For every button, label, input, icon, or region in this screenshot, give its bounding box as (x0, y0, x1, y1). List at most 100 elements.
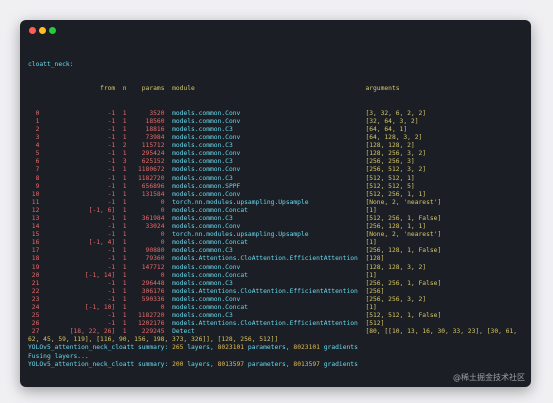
row-from: -1 (39, 198, 116, 206)
row-arguments: [256, 128, 1, 1] (365, 223, 427, 231)
row-index: 26 (28, 320, 40, 328)
row-module: models.common.Concat (164, 239, 366, 247)
row-module: models.common.Conv (164, 134, 366, 142)
row-module: models.common.Concat (164, 271, 366, 279)
col-from-header: from (100, 85, 116, 93)
row-arguments: [128, 128, 2] (365, 142, 415, 150)
row-arguments: [512, 256, 1, 1] (365, 190, 427, 198)
row-params: 73984 (126, 134, 165, 142)
summary-label: YOLOv5_attention_neck_cloatt summary: (28, 360, 173, 368)
row-arguments: [512, 512, 5] (365, 182, 415, 190)
row-from: -1 (39, 312, 116, 320)
wrapped-arguments-line: 62, 45, 59, 119], [116, 90, 156, 198, 37… (28, 336, 279, 344)
row-index: 17 (28, 247, 40, 255)
summary-layers-label: layers, (183, 344, 218, 352)
row-arguments: [128] (365, 255, 385, 263)
row-from: -1 (39, 247, 116, 255)
col-arguments-header: arguments (365, 85, 400, 93)
row-from: [-1, 14] (39, 271, 116, 279)
close-window-button[interactable] (29, 27, 36, 34)
row-arguments: [None, 2, 'nearest'] (365, 231, 442, 239)
row-module: models.common.C3 (164, 279, 366, 287)
row-n: 1 (115, 263, 127, 271)
row-from: -1 (39, 279, 116, 287)
row-index: 21 (28, 279, 40, 287)
row-params: 115712 (126, 142, 165, 150)
row-n: 2 (115, 142, 127, 150)
row-params: 18560 (126, 117, 165, 125)
summary-grads: 8013597 (293, 360, 320, 368)
summary-label: YOLOv5_attention_neck_cloatt summary: (28, 344, 173, 352)
row-params: 306176 (126, 287, 165, 295)
table-row: 0 -1 1 3520 models.common.Conv [3, 32, 6… (28, 110, 527, 118)
row-module: Detect (164, 328, 366, 336)
terminal-output: cloatt_neck: from n params module argume… (28, 45, 527, 369)
row-index: 12 (28, 206, 40, 214)
row-n: 1 (115, 304, 127, 311)
summary-grads: 8023101 (293, 344, 320, 352)
row-module: models.common.C3 (164, 142, 366, 150)
row-from: [-1, 10] (39, 304, 116, 311)
row-params: 1202176 (126, 320, 165, 328)
row-params: 147712 (126, 263, 165, 271)
table-row: 13 -1 1 361984 models.common.C3 [512, 25… (28, 215, 527, 223)
maximize-window-button[interactable] (49, 27, 56, 34)
table-row: 20 [-1, 14] 1 0 models.common.Concat [1] (28, 272, 527, 280)
summary-grads-label: gradients (319, 360, 358, 368)
row-module: models.common.Conv (164, 109, 366, 117)
table-row: 27 [18, 22, 26] 1 229245 Detect [80, [[1… (28, 328, 527, 336)
row-n: 1 (115, 150, 127, 158)
col-module-header: module (164, 85, 366, 93)
row-index: 18 (28, 255, 40, 263)
summary-layers: 265 (172, 344, 184, 352)
row-index: 23 (28, 295, 40, 303)
summary-line-2: YOLOv5_attention_neck_cloatt summary: 20… (28, 361, 527, 369)
row-from: [-1, 6] (39, 206, 116, 214)
row-arguments: [256, 256, 3] (365, 158, 415, 166)
terminal-window: cloatt_neck: from n params module argume… (20, 20, 531, 387)
row-index: 11 (28, 198, 40, 206)
row-module: models.common.Conv (164, 166, 366, 174)
row-arguments: [1] (365, 239, 377, 247)
table-row: 21 -1 1 296448 models.common.C3 [256, 25… (28, 280, 527, 288)
table-row: 8 -1 1 1182720 models.common.C3 [512, 51… (28, 175, 527, 183)
table-row: 22 -1 1 306176 models.Attentions.CloAtte… (28, 288, 527, 296)
row-n: 3 (115, 158, 127, 166)
row-module: models.common.C3 (164, 312, 366, 320)
row-params: 625152 (126, 158, 165, 166)
row-arguments: [32, 64, 3, 2] (365, 117, 419, 125)
row-n: 1 (115, 271, 127, 279)
table-row: 25 -1 1 1182720 models.common.C3 [512, 5… (28, 312, 527, 320)
row-params: 295424 (126, 150, 165, 158)
row-n: 1 (115, 223, 127, 231)
row-index: 16 (28, 239, 40, 247)
row-module: models.common.Conv (164, 295, 366, 303)
row-module: models.Attentions.CloAttention.Efficient… (164, 255, 366, 263)
row-arguments: [1] (365, 271, 377, 279)
minimize-window-button[interactable] (39, 27, 46, 34)
row-from: -1 (39, 214, 116, 222)
table-row: 2 -1 1 18816 models.common.C3 [64, 64, 1… (28, 126, 527, 134)
table-row: 16 [-1, 4] 1 0 models.common.Concat [1] (28, 239, 527, 247)
summary-params-label: parameters, (244, 360, 294, 368)
row-n: 1 (115, 231, 127, 239)
table-row: 9 -1 1 656896 models.common.SPPF [512, 5… (28, 183, 527, 191)
row-arguments: [256, 256, 1, False] (365, 279, 442, 287)
row-params: 0 (126, 304, 165, 311)
table-row: 5 -1 1 295424 models.common.Conv [128, 2… (28, 150, 527, 158)
row-from: -1 (39, 158, 116, 166)
row-arguments: [256, 256, 3, 2] (365, 295, 427, 303)
row-from: -1 (39, 263, 116, 271)
row-module: models.common.Conv (164, 263, 366, 271)
row-arguments: [512] (365, 320, 385, 328)
table-row: 23 -1 1 590336 models.common.Conv [256, … (28, 296, 527, 304)
row-module: models.common.Concat (164, 206, 366, 214)
table-row: 24 [-1, 10] 1 0 models.common.Concat [1] (28, 304, 527, 312)
table-row: 15 -1 1 0 torch.nn.modules.upsampling.Up… (28, 231, 527, 239)
row-n: 1 (115, 190, 127, 198)
table-row: 11 -1 1 0 torch.nn.modules.upsampling.Up… (28, 199, 527, 207)
row-n: 1 (115, 214, 127, 222)
col-n-header: n (115, 85, 127, 93)
row-from: [-1, 4] (39, 239, 116, 247)
row-module: models.common.C3 (164, 214, 366, 222)
